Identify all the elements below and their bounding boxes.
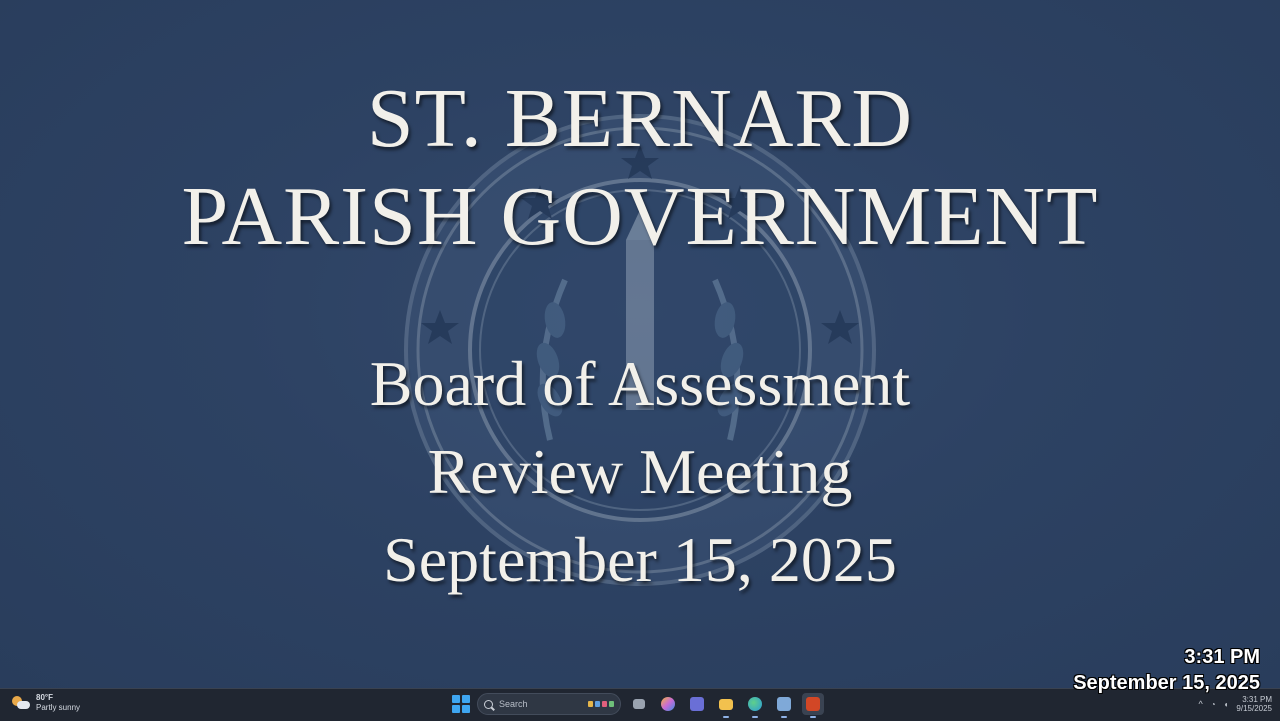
tray-clock[interactable]: 3:31 PM 9/15/2025 [1236,695,1272,713]
powerpoint-icon[interactable] [802,693,824,718]
copilot-icon[interactable] [657,693,679,715]
chevron-up-icon[interactable]: ^ [1198,699,1202,709]
subtitle-line-1: Board of Assessment [369,348,911,419]
teams-icon[interactable] [686,693,708,715]
weather-text: 80°F Partly sunny [36,693,80,713]
file-explorer-icon[interactable] [715,693,737,718]
subtitle-line-2: Review Meeting [427,436,853,507]
search-highlight-icon [588,701,614,707]
tray-time: 3:31 PM [1242,695,1272,704]
search-placeholder: Search [499,699,528,709]
slide-subtitle: Board of Assessment Review Meeting Septe… [0,340,1280,604]
title-line-1: ST. BERNARD [366,72,914,165]
broadcast-clock-overlay: 3:31 PM September 15, 2025 [1073,644,1260,696]
slide-title: ST. BERNARD PARISH GOVERNMENT [0,70,1280,266]
edge-icon[interactable] [744,693,766,718]
windows-start-icon[interactable] [452,695,470,713]
volume-icon[interactable]: ◖ [1224,700,1229,709]
network-icon[interactable]: ◔ [1211,700,1216,709]
partly-sunny-icon [12,695,30,711]
overlay-time: 3:31 PM [1184,646,1260,668]
weather-temp: 80°F [36,693,53,702]
weather-widget[interactable]: 80°F Partly sunny [12,693,80,713]
taskbar-center: Search [452,693,824,718]
tray-date: 9/15/2025 [1236,704,1272,713]
taskbar-search[interactable]: Search [477,693,621,715]
presentation-slide: ST. BERNARD PARISH GOVERNMENT Board of A… [0,0,1280,688]
store-icon[interactable] [773,693,795,718]
subtitle-line-3: September 15, 2025 [383,524,897,595]
search-icon [484,699,493,709]
system-tray: ^ ◔ ◖ 3:31 PM 9/15/2025 [1198,695,1272,713]
overlay-date: September 15, 2025 [1073,672,1260,694]
task-view-icon[interactable] [628,693,650,715]
title-line-2: PARISH GOVERNMENT [181,170,1099,263]
weather-condition: Partly sunny [36,703,81,712]
